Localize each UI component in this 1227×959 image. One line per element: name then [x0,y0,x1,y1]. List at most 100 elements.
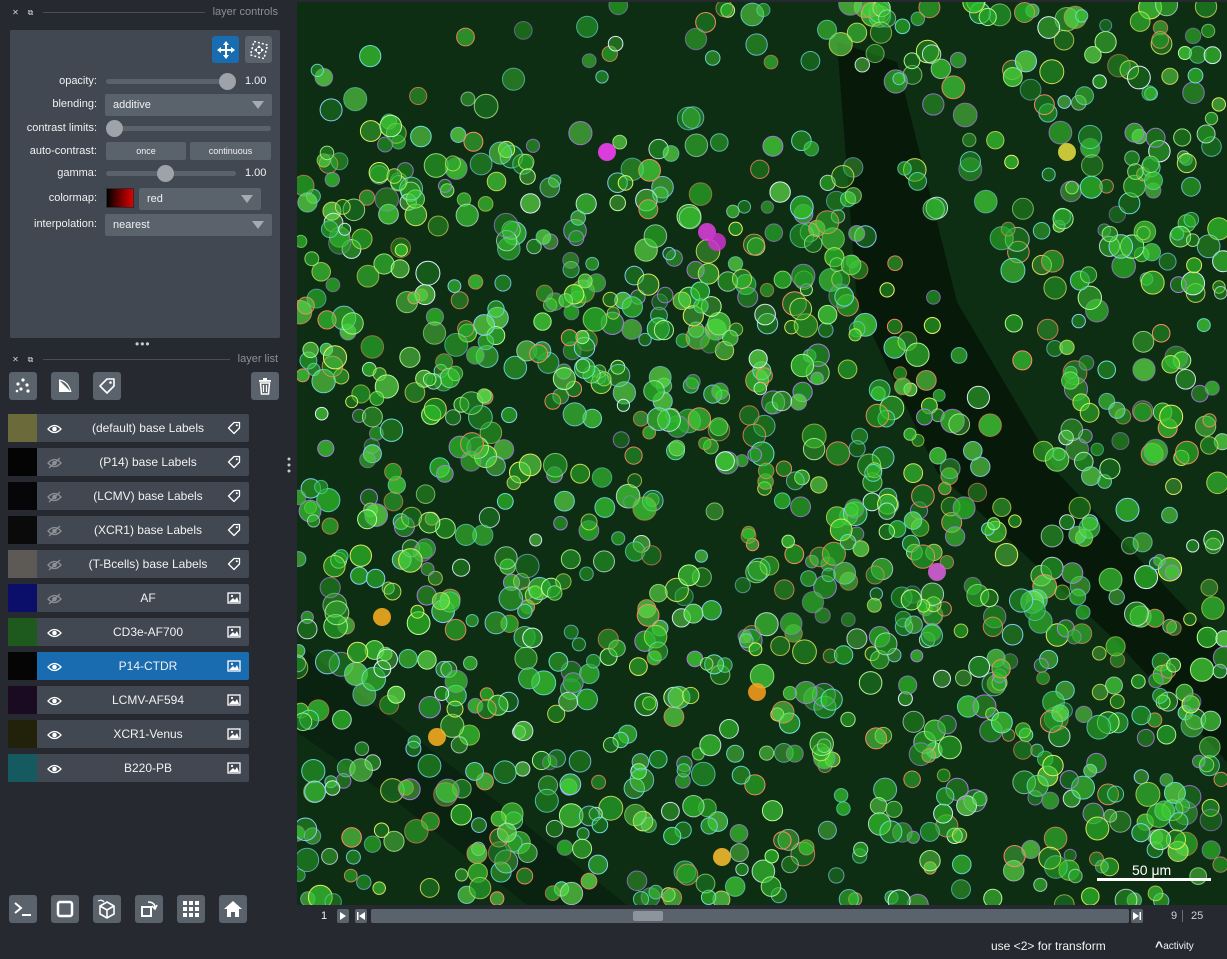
eye-icon[interactable] [47,762,62,774]
blending-dropdown[interactable]: additive [105,94,272,116]
auto-contrast-label: auto-contrast: [29,145,97,157]
layer-name[interactable]: P14-CTDR [77,659,219,673]
colormap-value: red [147,193,163,205]
gamma-row: gamma: 1.00 [10,163,280,185]
eye-icon[interactable] [47,694,62,706]
eye-closed-icon[interactable] [47,524,62,537]
layer-row[interactable]: B220-PB [8,754,249,782]
layer-thumbnail [8,754,37,782]
layer-row-body[interactable]: (P14) base Labels [37,448,249,476]
layer-row[interactable]: AF [8,584,249,612]
layer-thumbnail [8,686,37,714]
colormap-swatch[interactable] [106,188,134,208]
transpose-dimensions-button[interactable] [135,895,163,923]
layer-name[interactable]: (XCR1) base Labels [77,523,219,537]
step-back-button[interactable] [355,909,367,923]
layer-row-body[interactable]: B220-PB [37,754,249,782]
layer-name[interactable]: (default) base Labels [77,421,219,435]
close-dock-icon[interactable]: ✕ [11,8,20,17]
layer-row-body[interactable]: LCMV-AF594 [37,686,249,714]
transform-mode-button[interactable] [245,36,272,63]
auto-contrast-continuous-button[interactable]: continuous [190,142,271,160]
layer-name[interactable]: (P14) base Labels [77,455,219,469]
activity-button[interactable]: ^activity [1155,938,1194,954]
layer-row[interactable]: P14-CTDR [8,652,249,680]
dropdown-arrow-icon [241,195,253,203]
layer-row-body[interactable]: (T-Bcells) base Labels [37,550,249,578]
eye-closed-icon[interactable] [47,558,62,571]
opacity-slider-handle[interactable] [219,73,236,90]
layer-row-body[interactable]: (LCMV) base Labels [37,482,249,510]
layer-row[interactable]: (default) base Labels [8,414,249,442]
gamma-slider[interactable] [106,165,236,182]
auto-contrast-once-button[interactable]: once [106,142,186,160]
step-forward-button[interactable] [1131,909,1143,923]
float-dock-icon[interactable]: ⧉ [26,355,35,364]
dims-slider-track[interactable] [371,909,1129,923]
eye-closed-icon[interactable] [47,456,62,469]
layer-name[interactable]: (LCMV) base Labels [77,489,219,503]
eye-icon[interactable] [47,422,62,434]
dims-current-value[interactable]: 9 [1171,910,1177,922]
layer-name[interactable]: XCR1-Venus [77,727,219,741]
new-shapes-layer-button[interactable] [51,372,79,400]
eye-closed-icon[interactable] [47,490,62,503]
gamma-slider-handle[interactable] [157,165,174,182]
labels-layer-icon [227,489,241,503]
layer-name[interactable]: AF [77,591,219,605]
eye-closed-icon[interactable] [47,592,62,605]
toggle-grid-button[interactable] [177,895,205,923]
layer-row[interactable]: (P14) base Labels [8,448,249,476]
roll-dimensions-button[interactable] [93,895,121,923]
contrast-limits-handle[interactable] [106,120,123,137]
layer-name[interactable]: (T-Bcells) base Labels [77,557,219,571]
delete-layer-button[interactable] [251,372,279,400]
left-dock: ✕ ⧉ layer controls opacity: 1.00 blendin… [0,0,291,959]
layer-row-body[interactable]: AF [37,584,249,612]
layer-row-body[interactable]: CD3e-AF700 [37,618,249,646]
eye-icon[interactable] [47,728,62,740]
layer-row-body[interactable]: (XCR1) base Labels [37,516,249,544]
float-dock-icon[interactable]: ⧉ [26,8,35,17]
image-layer-icon [227,659,241,673]
layer-name[interactable]: LCMV-AF594 [77,693,219,707]
layer-row[interactable]: CD3e-AF700 [8,618,249,646]
layer-row[interactable]: (T-Bcells) base Labels [8,550,249,578]
eye-icon[interactable] [47,660,62,672]
reset-view-button[interactable] [219,895,247,923]
layer-row-body[interactable]: XCR1-Venus [37,720,249,748]
dims-slider-thumb[interactable] [633,911,663,921]
activity-label: activity [1163,941,1194,952]
layer-row-body[interactable]: P14-CTDR [37,652,249,680]
viewer-canvas[interactable]: 50 μm [297,2,1227,905]
labels-layer-icon [227,455,241,469]
layer-thumbnail [8,482,37,510]
new-labels-layer-button[interactable] [93,372,121,400]
colormap-dropdown[interactable]: red [139,188,261,210]
layer-row[interactable]: (XCR1) base Labels [8,516,249,544]
status-bar: use <2> for transform ^activity [0,931,1227,959]
close-dock-icon[interactable]: ✕ [11,355,20,364]
layer-name[interactable]: CD3e-AF700 [77,625,219,639]
layer-row-body[interactable]: (default) base Labels [37,414,249,442]
dims-axis-label[interactable]: 1 [321,910,327,922]
layer-row[interactable]: (LCMV) base Labels [8,482,249,510]
new-points-layer-button[interactable] [9,372,37,400]
contrast-limits-slider[interactable] [106,120,271,137]
layer-thumbnail [8,516,37,544]
square-2d-icon [56,900,74,918]
transpose-icon [141,901,158,917]
toggle-console-button[interactable] [9,895,37,923]
layer-row[interactable]: XCR1-Venus [8,720,249,748]
layer-row[interactable]: LCMV-AF594 [8,686,249,714]
contrast-limits-label: contrast limits: [26,122,97,134]
dock-resize-handle[interactable] [287,457,291,478]
layer-name[interactable]: B220-PB [77,761,219,775]
pan-zoom-mode-button[interactable] [212,36,239,63]
blending-value: additive [113,99,151,111]
play-button[interactable] [337,909,349,923]
toggle-ndisplay-button[interactable] [51,895,79,923]
eye-icon[interactable] [47,626,62,638]
opacity-slider[interactable] [106,73,236,90]
interpolation-dropdown[interactable]: nearest [105,214,272,236]
